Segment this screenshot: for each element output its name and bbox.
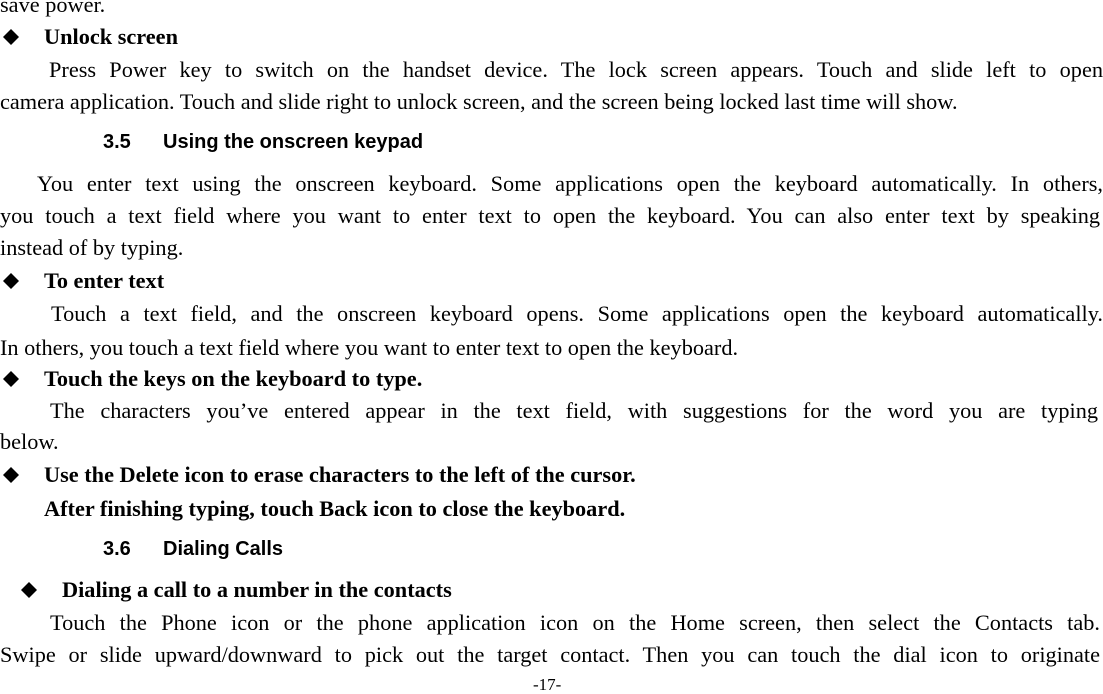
paragraph-line: camera application. Touch and slide righ… bbox=[0, 89, 958, 114]
back-icon-heading: After finishing typing, touch Back icon … bbox=[44, 496, 626, 521]
paragraph-line: Swipe or slide upward/downward to pick o… bbox=[0, 642, 1100, 667]
paragraph-line: Press Power key to switch on the handset… bbox=[49, 57, 1103, 82]
section-heading-3-5: 3.5 Using the onscreen keypad bbox=[103, 129, 423, 155]
diamond-bullet-icon bbox=[2, 366, 20, 392]
paragraph-line: The characters you’ve entered appear in … bbox=[50, 398, 1098, 423]
section-number: 3.6 bbox=[103, 538, 131, 560]
unlock-screen-heading: Unlock screen bbox=[44, 24, 178, 49]
section-heading-3-6: 3.6 Dialing Calls bbox=[103, 536, 283, 562]
to-enter-text-heading: To enter text bbox=[44, 268, 165, 293]
page-number: -17- bbox=[533, 675, 562, 694]
paragraph-line: Touch a text field, and the onscreen key… bbox=[51, 301, 1103, 326]
diamond-bullet-icon bbox=[2, 462, 20, 488]
paragraph-line: In others, you touch a text field where … bbox=[0, 335, 739, 360]
paragraph-line: below. bbox=[0, 429, 59, 454]
paragraph-line: Touch the Phone icon or the phone applic… bbox=[50, 610, 1100, 635]
section-title: Dialing Calls bbox=[163, 538, 284, 560]
diamond-bullet-icon bbox=[20, 577, 38, 603]
paragraph-line: save power. bbox=[0, 0, 106, 17]
diamond-bullet-icon bbox=[2, 268, 20, 294]
diamond-bullet-icon bbox=[2, 24, 20, 50]
section-number: 3.5 bbox=[103, 131, 131, 153]
dialing-contacts-heading: Dialing a call to a number in the contac… bbox=[62, 577, 452, 602]
touch-keys-heading: Touch the keys on the keyboard to type. bbox=[44, 366, 423, 391]
section-title: Using the onscreen keypad bbox=[163, 131, 424, 153]
paragraph-line: instead of by typing. bbox=[0, 235, 184, 260]
delete-icon-heading: Use the Delete icon to erase characters … bbox=[44, 462, 636, 487]
paragraph-line: You enter text using the onscreen keyboa… bbox=[37, 171, 1103, 196]
paragraph-line: you touch a text field where you want to… bbox=[0, 203, 1100, 228]
